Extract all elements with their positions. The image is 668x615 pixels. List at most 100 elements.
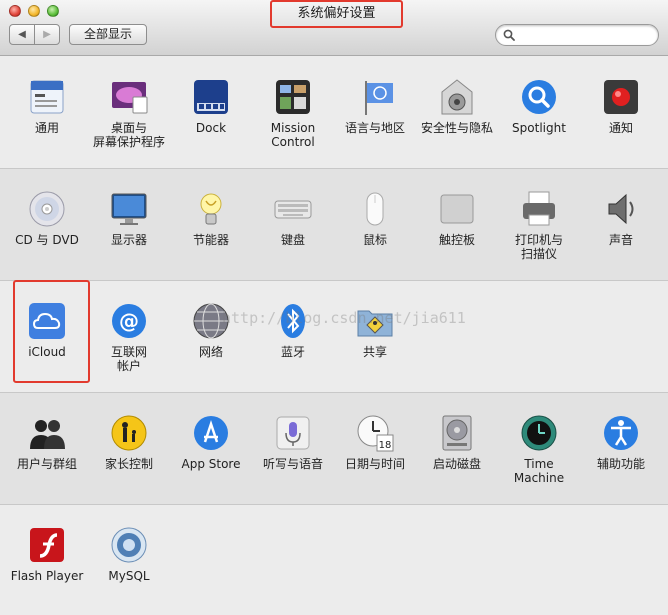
pref-pane-flash-player[interactable]: Flash Player: [6, 525, 88, 583]
pref-pane-label: 节能器: [192, 233, 229, 247]
pref-pane-label: 通用: [34, 121, 59, 135]
parental-controls-icon: [109, 413, 149, 453]
icloud-highlight-box: [13, 280, 90, 383]
pref-pane-label: 触控板: [438, 233, 475, 247]
pref-pane-label: App Store: [181, 457, 241, 471]
pref-pane-general[interactable]: 通用: [6, 77, 88, 135]
preference-section-1: 通用 桌面与 屏幕保护程序 Dock Mission Control 语言与地区 安全性与…: [0, 57, 668, 169]
pref-pane-label: 互联网 帐户: [110, 345, 147, 373]
general-icon: [27, 77, 67, 117]
title-bar: 系统偏好设置 ◀ ▶ 全部显示: [0, 0, 668, 56]
pref-pane-label: 通知: [608, 121, 633, 135]
notifications-icon: [601, 77, 641, 117]
pref-pane-keyboard[interactable]: 键盘: [252, 189, 334, 247]
dictation-icon: [273, 413, 313, 453]
pref-pane-dictation[interactable]: 听写与语音: [252, 413, 334, 471]
mysql-icon: [109, 525, 149, 565]
pref-pane-label: Spotlight: [512, 121, 566, 135]
pref-pane-mouse[interactable]: 鼠标: [334, 189, 416, 247]
pref-pane-users-groups[interactable]: 用户与群组: [6, 413, 88, 471]
pref-pane-sound[interactable]: 声音: [580, 189, 662, 247]
trackpad-icon: [437, 189, 477, 229]
pref-pane-label: 鼠标: [362, 233, 387, 247]
pref-pane-label: 用户与群组: [16, 457, 77, 471]
date-time-icon: 18: [355, 413, 395, 453]
preference-section-3: iCloud @ 互联网 帐户 网络 蓝牙 共享: [0, 281, 668, 393]
pref-pane-label: 辅助功能: [596, 457, 645, 471]
search-icon: [503, 29, 515, 41]
pref-pane-accessibility[interactable]: 辅助功能: [580, 413, 662, 471]
pref-pane-date-time[interactable]: 18 日期与时间: [334, 413, 416, 471]
pref-pane-label: 蓝牙: [280, 345, 305, 359]
flash-player-icon: [27, 525, 67, 565]
pref-pane-label: 家长控制: [104, 457, 153, 471]
nav-buttons: ◀ ▶: [9, 24, 60, 45]
back-button[interactable]: ◀: [10, 25, 34, 44]
pref-pane-printer[interactable]: 打印机与 扫描仪: [498, 189, 580, 261]
pref-pane-label: 安全性与隐私: [420, 121, 493, 135]
energy-saver-icon: [191, 189, 231, 229]
pref-pane-dock[interactable]: Dock: [170, 77, 252, 135]
pref-pane-label: Mission Control: [270, 121, 316, 149]
pref-pane-label: 键盘: [280, 233, 305, 247]
pref-pane-internet-accounts[interactable]: @ 互联网 帐户: [88, 301, 170, 373]
pref-pane-mission-control[interactable]: Mission Control: [252, 77, 334, 149]
pref-pane-mysql[interactable]: MySQL: [88, 525, 170, 583]
pref-pane-time-machine[interactable]: Time Machine: [498, 413, 580, 485]
time-machine-icon: [519, 413, 559, 453]
language-region-icon: [355, 77, 395, 117]
spotlight-icon: [519, 77, 559, 117]
pref-pane-security[interactable]: 安全性与隐私: [416, 77, 498, 135]
pref-pane-label: Time Machine: [513, 457, 565, 485]
printer-icon: [519, 189, 559, 229]
show-all-button[interactable]: 全部显示: [69, 24, 147, 45]
pref-pane-startup-disk[interactable]: 启动磁盘: [416, 413, 498, 471]
pref-pane-label: 打印机与 扫描仪: [514, 233, 563, 261]
mission-control-icon: [273, 77, 313, 117]
pref-pane-displays[interactable]: 显示器: [88, 189, 170, 247]
dock-icon: [191, 77, 231, 117]
startup-disk-icon: [437, 413, 477, 453]
security-icon: [437, 77, 477, 117]
pref-pane-label: 语言与地区: [344, 121, 405, 135]
pref-pane-notifications[interactable]: 通知: [580, 77, 662, 135]
pref-pane-language-region[interactable]: 语言与地区: [334, 77, 416, 135]
preference-section-4: 用户与群组 家长控制 App Store 听写与语音 18 日期与时间 启动磁盘 Time M…: [0, 393, 668, 505]
pref-pane-label: 网络: [198, 345, 223, 359]
preference-section-2: CD 与 DVD 显示器 节能器 键盘 鼠标 触控板 打印机与 扫描仪 声音: [0, 169, 668, 281]
search-input[interactable]: [495, 24, 659, 46]
displays-icon: [109, 189, 149, 229]
pref-pane-app-store[interactable]: App Store: [170, 413, 252, 471]
pref-pane-spotlight[interactable]: Spotlight: [498, 77, 580, 135]
pref-pane-energy-saver[interactable]: 节能器: [170, 189, 252, 247]
pref-pane-label: 日期与时间: [344, 457, 405, 471]
pref-pane-label: 启动磁盘: [432, 457, 481, 471]
pref-pane-label: 声音: [608, 233, 633, 247]
svg-text:@: @: [119, 309, 139, 333]
watermark: http://blog.csdn.net/jia611: [222, 309, 466, 327]
pref-pane-trackpad[interactable]: 触控板: [416, 189, 498, 247]
desktop-icon: [109, 77, 149, 117]
forward-button[interactable]: ▶: [34, 25, 59, 44]
cd-dvd-icon: [27, 189, 67, 229]
mouse-icon: [355, 189, 395, 229]
sound-icon: [601, 189, 641, 229]
pref-pane-label: 听写与语音: [262, 457, 323, 471]
pref-pane-cd-dvd[interactable]: CD 与 DVD: [6, 189, 88, 247]
pref-pane-label: 显示器: [110, 233, 147, 247]
internet-accounts-icon: @: [109, 301, 149, 341]
pref-pane-label: MySQL: [108, 569, 150, 583]
close-window-button[interactable]: [9, 5, 21, 17]
pref-pane-parental-controls[interactable]: 家长控制: [88, 413, 170, 471]
window-title: 系统偏好设置: [270, 0, 403, 28]
svg-text:18: 18: [379, 440, 392, 451]
pref-pane-label: CD 与 DVD: [15, 233, 79, 247]
minimize-window-button[interactable]: [28, 5, 40, 17]
keyboard-icon: [273, 189, 313, 229]
zoom-window-button[interactable]: [47, 5, 59, 17]
preference-section-5: Flash Player MySQL: [0, 505, 668, 615]
users-groups-icon: [27, 413, 67, 453]
pref-pane-label: 共享: [362, 345, 387, 359]
app-store-icon: [191, 413, 231, 453]
pref-pane-desktop[interactable]: 桌面与 屏幕保护程序: [88, 77, 170, 149]
